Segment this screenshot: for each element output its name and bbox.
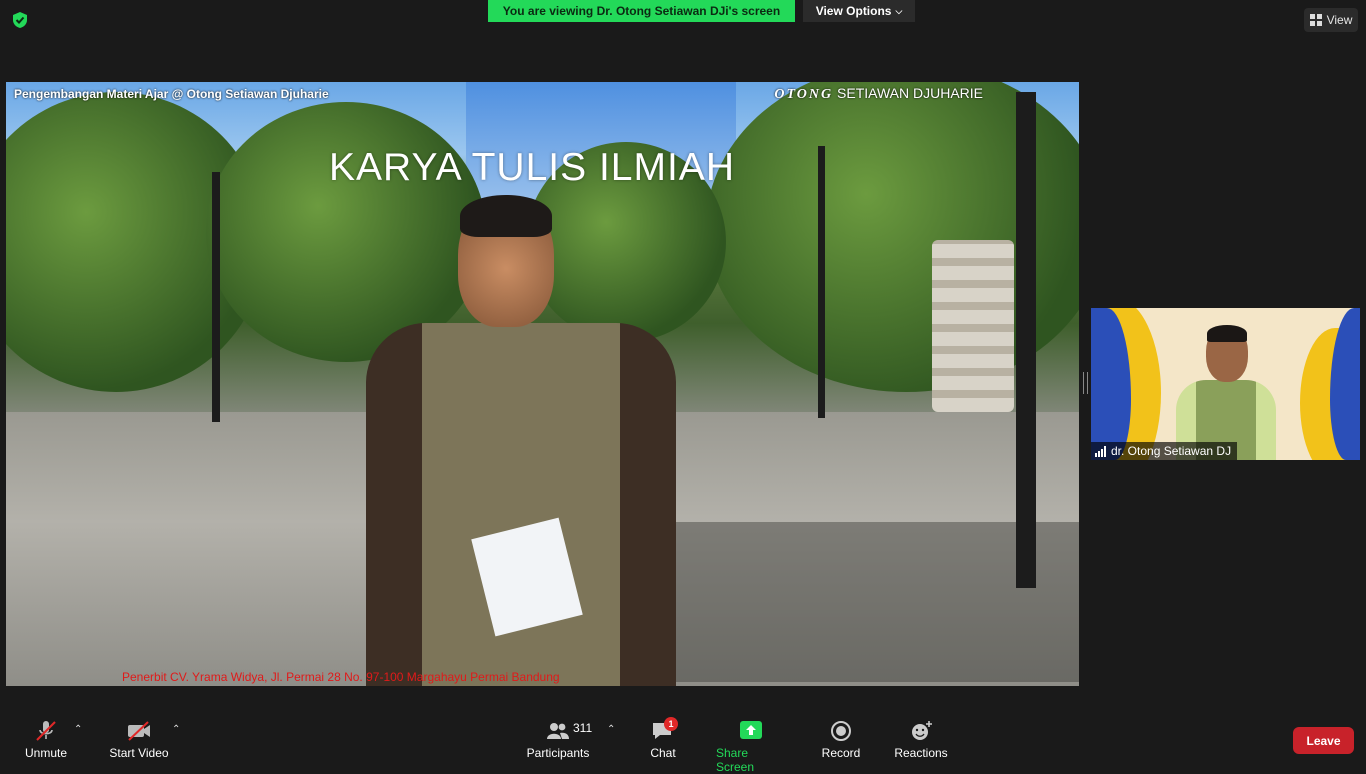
slide-footer-text: Penerbit CV. Yrama Widya, Jl. Permai 28 … (122, 670, 560, 684)
unmute-label: Unmute (24, 746, 68, 760)
participants-button[interactable]: 311 Participants (526, 720, 593, 760)
record-button[interactable]: Record (822, 720, 860, 760)
signal-strength-icon (1095, 445, 1106, 457)
view-label: View (1326, 13, 1353, 27)
slide-title: KARYA TULIS ILMIAH (329, 146, 735, 189)
slide-brand: OTONG SETIAWAN DJUHARIE (774, 85, 983, 103)
slide-lamp-pole (212, 172, 220, 422)
smiley-plus-icon (912, 721, 932, 740)
share-screen-icon (740, 721, 762, 739)
shield-check-icon[interactable] (10, 10, 30, 30)
shared-screen[interactable]: Pengembangan Materi Ajar @ Otong Setiawa… (6, 82, 1079, 686)
participant-video (1176, 325, 1276, 460)
slide-brand-surname: SETIAWAN DJUHARIE (837, 85, 983, 101)
share-screen-label: Share Screen (716, 746, 755, 774)
participant-name: dr. Otong Setiawan DJ (1111, 444, 1232, 458)
participants-count: 311 (573, 721, 593, 735)
audio-options-caret[interactable]: ⌃ (74, 724, 82, 735)
start-video-button[interactable]: Start Video (108, 720, 170, 760)
record-icon (831, 721, 851, 741)
slide-lamp-pole (818, 146, 825, 418)
slide-poster-kiosk (932, 240, 1014, 412)
grid-view-icon (1309, 14, 1322, 26)
meeting-toolbar: Unmute ⌃ Start Video ⌃ 311 Participants … (0, 706, 1366, 774)
video-camera-off-icon (128, 721, 150, 741)
share-screen-button[interactable]: Share Screen (716, 720, 786, 774)
chat-button[interactable]: 1 Chat (650, 717, 678, 760)
participants-options-caret[interactable]: ⌃ (607, 724, 615, 735)
chat-label: Chat (650, 746, 676, 760)
microphone-muted-icon (36, 721, 56, 741)
slide-presenter-photo (356, 195, 686, 686)
unmute-button[interactable]: Unmute (24, 720, 68, 760)
reactions-button[interactable]: Reactions (894, 720, 948, 760)
start-video-label: Start Video (109, 746, 169, 760)
resize-handle[interactable] (1083, 372, 1088, 394)
participant-name-tag: dr. Otong Setiawan DJ (1091, 442, 1238, 460)
participants-icon (547, 723, 569, 739)
participant-video-tile[interactable]: dr. Otong Setiawan DJ (1091, 308, 1360, 460)
view-options-button[interactable]: View Options ⌵ (803, 0, 915, 22)
reactions-label: Reactions (894, 746, 948, 760)
slide-brand-name: OTONG (774, 87, 834, 102)
chat-unread-badge: 1 (664, 717, 678, 731)
record-label: Record (821, 746, 861, 760)
leave-button[interactable]: Leave (1293, 727, 1354, 754)
participants-label: Participants (526, 746, 590, 760)
slide-sign-pole (1016, 92, 1036, 588)
viewing-banner: You are viewing Dr. Otong Setiawan DJi's… (488, 0, 795, 22)
view-button[interactable]: View (1304, 8, 1358, 32)
chevron-down-icon: ⌵ (895, 5, 903, 16)
slide-header-text: Pengembangan Materi Ajar @ Otong Setiawa… (14, 87, 329, 101)
view-options-label: View Options (815, 4, 892, 18)
video-options-caret[interactable]: ⌃ (172, 724, 180, 735)
